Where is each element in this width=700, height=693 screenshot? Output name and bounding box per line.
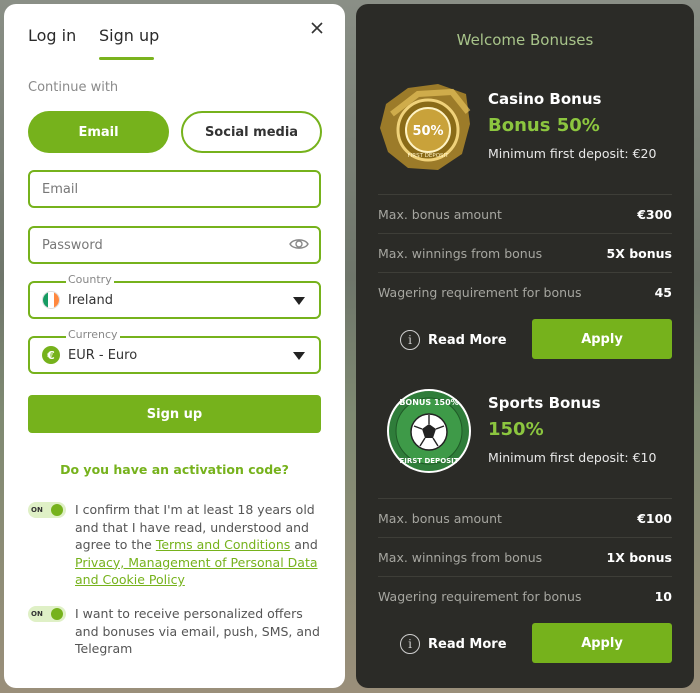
currency-select[interactable]: Currency € EUR - Euro	[28, 328, 321, 374]
switch-knob	[51, 608, 63, 620]
bonus-row-key: Max. winnings from bonus	[378, 245, 543, 261]
age-consent-switch[interactable]: ON	[28, 502, 66, 518]
euro-icon: €	[42, 346, 60, 364]
tab-sign-up[interactable]: Sign up	[99, 26, 159, 45]
casino-badge-percent: 50%	[412, 124, 443, 139]
casino-badge-sub: FIRST DEPOSIT	[407, 153, 449, 159]
eye-icon[interactable]	[289, 237, 309, 255]
bonus-row-key: Wagering requirement for bonus	[378, 588, 582, 604]
info-icon: i	[400, 634, 420, 654]
email-field[interactable]: Email	[28, 170, 321, 208]
auth-tabs: Log in Sign up	[28, 4, 323, 62]
bonus-row-value: 5X bonus	[606, 245, 672, 261]
bonus-header: BONUS 150% FIRST DEPOSIT Sports Bonus 15…	[378, 388, 672, 498]
ireland-flag-icon	[42, 291, 60, 309]
signup-method-toggle: Email Social media	[28, 111, 322, 153]
bonus-row-key: Max. winnings from bonus	[378, 549, 543, 565]
bonus-row-value: 45	[654, 284, 672, 300]
bonus-row-value: 1X bonus	[606, 549, 672, 565]
activation-code-link[interactable]: Do you have an activation code?	[28, 462, 321, 477]
country-select[interactable]: Country Ireland	[28, 273, 321, 319]
read-more-button[interactable]: i Read More	[400, 634, 507, 654]
sports-bonus-card: BONUS 150% FIRST DEPOSIT Sports Bonus 15…	[378, 388, 672, 679]
switch-on-label: ON	[31, 506, 43, 514]
switch-knob	[51, 504, 63, 516]
age-consent-text: I confirm that I'm at least 18 years old…	[75, 501, 325, 589]
continue-with-label: Continue with	[28, 80, 119, 95]
sign-up-button[interactable]: Sign up	[28, 395, 321, 433]
bonus-headline: 150%	[488, 419, 544, 440]
marketing-consent-switch[interactable]: ON	[28, 606, 66, 622]
bonus-row: Max. winnings from bonus 1X bonus	[378, 537, 672, 576]
apply-button[interactable]: Apply	[532, 623, 672, 663]
terms-link[interactable]: Terms and Conditions	[156, 537, 290, 552]
consent-and-text: and	[290, 537, 318, 552]
bonus-header: 50% FIRST DEPOSIT Casino Bonus Bonus 50%…	[378, 84, 672, 194]
social-media-method-button[interactable]: Social media	[181, 111, 322, 153]
casino-bonus-card: 50% FIRST DEPOSIT Casino Bonus Bonus 50%…	[378, 84, 672, 375]
bonus-row-key: Wagering requirement for bonus	[378, 284, 582, 300]
bonus-name: Sports Bonus	[488, 394, 601, 412]
bonus-name: Casino Bonus	[488, 90, 602, 108]
email-placeholder: Email	[42, 181, 79, 197]
bonus-row-key: Max. bonus amount	[378, 510, 502, 526]
sports-badge-main: BONUS 150%	[399, 398, 458, 407]
currency-value: EUR - Euro	[68, 347, 138, 363]
bonus-headline: Bonus 50%	[488, 115, 600, 136]
signup-panel: Log in Sign up Continue with Email Socia…	[4, 4, 345, 688]
chevron-down-icon	[293, 297, 305, 305]
bonus-row: Wagering requirement for bonus 10	[378, 576, 672, 615]
bonus-row: Wagering requirement for bonus 45	[378, 272, 672, 311]
bonus-actions: i Read More Apply	[378, 623, 672, 679]
password-placeholder: Password	[42, 237, 103, 253]
bonus-row: Max. bonus amount €300	[378, 194, 672, 233]
country-value: Ireland	[68, 292, 113, 308]
bonus-row-key: Max. bonus amount	[378, 206, 502, 222]
tab-log-in[interactable]: Log in	[28, 26, 76, 45]
bonus-min-deposit: Minimum first deposit: €20	[488, 146, 657, 161]
read-more-label: Read More	[428, 332, 507, 348]
bonus-min-deposit: Minimum first deposit: €10	[488, 450, 657, 465]
country-label: Country	[66, 273, 114, 286]
currency-label: Currency	[66, 328, 120, 341]
bonus-row: Max. winnings from bonus 5X bonus	[378, 233, 672, 272]
sports-bonus-badge-icon: BONUS 150% FIRST DEPOSIT	[386, 388, 472, 479]
bonus-row-value: €300	[637, 206, 672, 222]
privacy-policy-link[interactable]: Privacy, Management of Personal Data and…	[75, 555, 318, 588]
bonus-row-value: 10	[654, 588, 672, 604]
active-tab-indicator	[99, 57, 154, 60]
casino-bonus-badge-icon: 50% FIRST DEPOSIT	[378, 84, 474, 179]
bonus-row: Max. bonus amount €100	[378, 498, 672, 537]
sports-badge-sub: FIRST DEPOSIT	[399, 457, 458, 465]
switch-on-label: ON	[31, 610, 43, 618]
bonus-row-value: €100	[637, 510, 672, 526]
read-more-label: Read More	[428, 636, 507, 652]
email-method-button[interactable]: Email	[28, 111, 169, 153]
close-icon[interactable]	[307, 18, 327, 38]
marketing-consent-text: I want to receive personalized offers an…	[75, 606, 320, 656]
read-more-button[interactable]: i Read More	[400, 330, 507, 350]
welcome-bonuses-panel: Welcome Bonuses 50% FIRST DEPOSIT Casino…	[356, 4, 694, 688]
apply-button[interactable]: Apply	[532, 319, 672, 359]
info-icon: i	[400, 330, 420, 350]
chevron-down-icon	[293, 352, 305, 360]
bonus-actions: i Read More Apply	[378, 319, 672, 375]
password-field[interactable]: Password	[28, 226, 321, 264]
welcome-bonuses-title: Welcome Bonuses	[456, 31, 594, 49]
